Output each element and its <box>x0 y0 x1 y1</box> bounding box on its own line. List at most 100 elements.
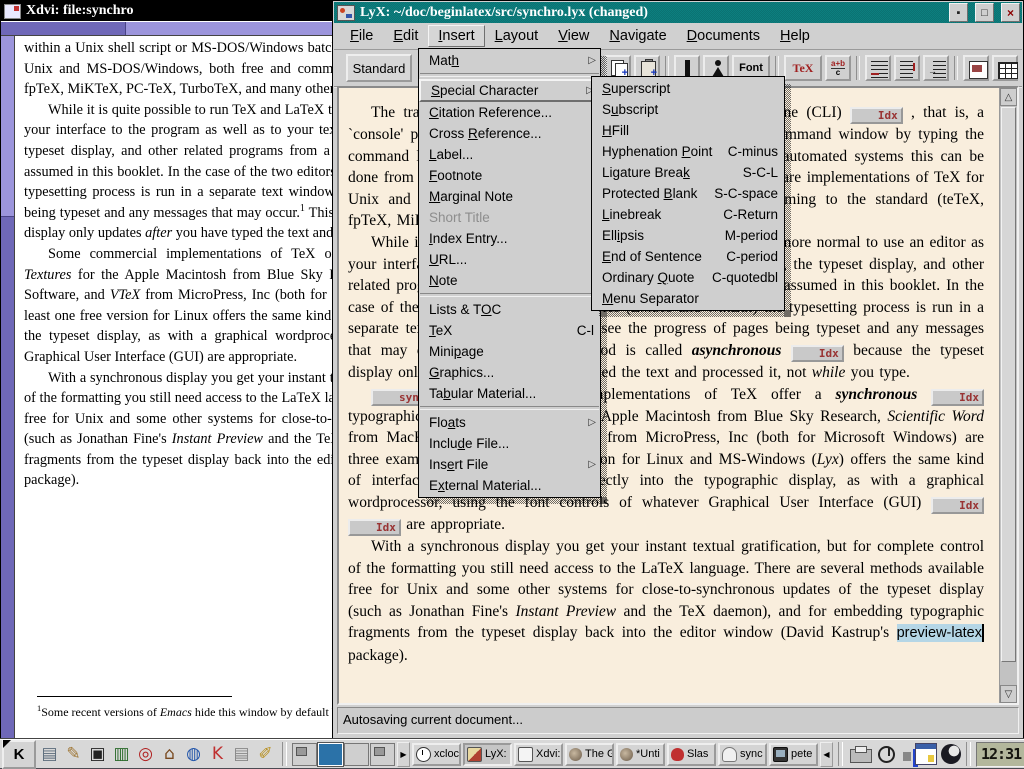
margin-note-icon[interactable] <box>894 55 920 81</box>
inset-button-idx[interactable]: Idx <box>850 107 903 124</box>
submenu-item-ellipsis[interactable]: EllipsisM-period <box>592 225 784 246</box>
taskbar-task-xdvi[interactable]: Xdvi: <box>514 743 563 766</box>
submenu-item-ligature-break[interactable]: Ligature BreakS-C-L <box>592 162 784 183</box>
editor-pen-icon[interactable]: ✐ <box>254 743 277 766</box>
desktop-icon[interactable]: ✎ <box>62 743 85 766</box>
submenu-item-end-of-sentence[interactable]: End of SentenceC-period <box>592 246 784 267</box>
lyx-icon <box>467 747 482 762</box>
calendar-tray-icon[interactable] <box>915 743 937 765</box>
pager-desktop-2[interactable] <box>318 743 343 766</box>
menu-item-special-character[interactable]: Special Character▷ <box>419 79 600 102</box>
inset-button-idx[interactable]: Idx <box>931 497 984 514</box>
menubar-item-insert[interactable]: Insert <box>428 25 484 47</box>
menu-item-math[interactable]: Math▷ <box>419 50 600 71</box>
figure-icon[interactable] <box>963 55 989 81</box>
menu-item-citation-reference[interactable]: Citation Reference... <box>419 102 600 123</box>
menu-item-index-entry[interactable]: Index Entry... <box>419 228 600 249</box>
menu-item-graphics[interactable]: Graphics... <box>419 362 600 383</box>
menu-item-url[interactable]: URL... <box>419 249 600 270</box>
menubar-item-edit[interactable]: Edit <box>383 25 428 47</box>
desktop-pager[interactable] <box>292 743 395 766</box>
menu-item-cross-reference[interactable]: Cross Reference... <box>419 123 600 144</box>
math-mode-icon[interactable]: a+bc <box>825 55 851 81</box>
konqueror-icon[interactable]: ◍ <box>182 743 205 766</box>
menu-item-include-file[interactable]: Include File... <box>419 433 600 454</box>
menu-item-external-material[interactable]: External Material... <box>419 475 600 496</box>
submenu-item-subscript[interactable]: Subscript <box>592 99 784 120</box>
taskbar-task-xcloc[interactable]: xcloc <box>412 743 461 766</box>
menubar-item-navigate[interactable]: Navigate <box>599 25 676 47</box>
submenu-item-superscript[interactable]: Superscript <box>592 78 784 99</box>
menubar-item-file[interactable]: File <box>340 25 383 47</box>
table-icon[interactable] <box>992 55 1018 81</box>
inset-button-idx[interactable]: Idx <box>931 389 984 406</box>
xdvi-vertical-scrollbar[interactable] <box>1 36 15 738</box>
submenu-item-linebreak[interactable]: LinebreakC-Return <box>592 204 784 225</box>
moon-tray-icon[interactable] <box>941 744 961 764</box>
scroll-up-arrow[interactable]: △ <box>1000 88 1017 106</box>
power-tray-icon[interactable] <box>878 746 895 763</box>
gnu-icon <box>569 748 582 761</box>
selected-text[interactable]: preview-latex <box>897 624 984 642</box>
display-icon[interactable]: ▣ <box>86 743 109 766</box>
submenu-item-menu-separator[interactable]: Menu Separator <box>592 288 784 309</box>
menu-item-minipage[interactable]: Minipage <box>419 341 600 362</box>
menu-item-tabular-material[interactable]: Tabular Material... <box>419 383 600 404</box>
menu-item-short-title[interactable]: Short Title <box>419 207 600 228</box>
maximize-button[interactable]: □ <box>975 3 994 22</box>
terminal-icon[interactable]: ▥ <box>110 743 133 766</box>
taskbar-task-unti[interactable]: *Unti <box>616 743 665 766</box>
kde-app-icon[interactable]: K <box>206 743 229 766</box>
task-scroll-left-arrow[interactable]: ◀ <box>820 742 833 767</box>
window-list-icon[interactable]: ▤ <box>38 743 61 766</box>
menubar-item-documents[interactable]: Documents <box>677 25 770 47</box>
menu-item-label[interactable]: Label... <box>419 144 600 165</box>
plug-tray-icon[interactable] <box>903 752 911 761</box>
menu-item-footnote[interactable]: Footnote <box>419 165 600 186</box>
inset-button-idx[interactable]: Idx <box>348 519 401 536</box>
taskbar-task-sync[interactable]: sync <box>718 743 767 766</box>
scrollbar-thumb[interactable] <box>1001 107 1016 662</box>
printer-tray-icon[interactable] <box>850 749 872 763</box>
layout-combo[interactable]: Standard <box>346 54 412 82</box>
scroll-down-arrow[interactable]: ▽ <box>1000 685 1017 703</box>
menu-item-insert-file[interactable]: Insert File▷ <box>419 454 600 475</box>
pager-desktop-3[interactable] <box>344 743 369 766</box>
xdvi-vscroll-thumb[interactable] <box>1 36 14 217</box>
help-icon[interactable]: ◎ <box>134 743 157 766</box>
submenu-item-ordinary-quote[interactable]: Ordinary QuoteC-quotedbl <box>592 267 784 288</box>
submenu-item-hfill[interactable]: HFill <box>592 120 784 141</box>
menu-item-marginal-note[interactable]: Marginal Note <box>419 186 600 207</box>
menubar-item-view[interactable]: View <box>548 25 599 47</box>
pager-desktop-4[interactable] <box>370 743 395 766</box>
menubar-item-layout[interactable]: Layout <box>485 25 549 47</box>
taskbar-task-theg[interactable]: The G <box>565 743 614 766</box>
depth-icon[interactable]: → <box>923 55 949 81</box>
gnu-icon <box>620 748 633 761</box>
documents-icon[interactable]: ▤ <box>230 743 253 766</box>
submenu-item-hyphenation-point[interactable]: Hyphenation PointC-minus <box>592 141 784 162</box>
menu-item-tex[interactable]: TeXC-l <box>419 320 600 341</box>
taskbar-task-pete[interactable]: pete <box>769 743 818 766</box>
menubar-item-help[interactable]: Help <box>770 25 820 47</box>
menu-item-floats[interactable]: Floats▷ <box>419 412 600 433</box>
document-scrollbar[interactable]: △ ▽ <box>999 88 1017 703</box>
tex-mode-icon[interactable]: TeX <box>784 55 822 81</box>
lyx-titlebar[interactable]: LyX: ~/doc/beginlatex/src/synchro.lyx (c… <box>334 2 1022 23</box>
submenu-item-protected-blank[interactable]: Protected BlankS-C-space <box>592 183 784 204</box>
close-button[interactable]: × <box>1001 3 1020 22</box>
menu-shadow <box>784 84 791 317</box>
pager-desktop-1[interactable] <box>292 743 317 766</box>
menu-item-lists-toc[interactable]: Lists & TOC <box>419 299 600 320</box>
xdvi-icon <box>518 747 533 762</box>
panel-clock[interactable]: 12:31 <box>976 742 1024 767</box>
menu-item-note[interactable]: Note <box>419 270 600 291</box>
taskbar-task-lyx[interactable]: LyX: <box>463 743 512 766</box>
taskbar-task-slas[interactable]: Slas <box>667 743 716 766</box>
footnote-icon[interactable] <box>865 55 891 81</box>
minimize-button[interactable]: ▪ <box>949 3 968 22</box>
inset-button-idx[interactable]: Idx <box>791 345 844 362</box>
k-menu-button[interactable]: K <box>2 740 36 769</box>
home-icon[interactable]: ⌂ <box>158 743 181 766</box>
pager-expand-arrow[interactable]: ▶ <box>397 742 410 767</box>
